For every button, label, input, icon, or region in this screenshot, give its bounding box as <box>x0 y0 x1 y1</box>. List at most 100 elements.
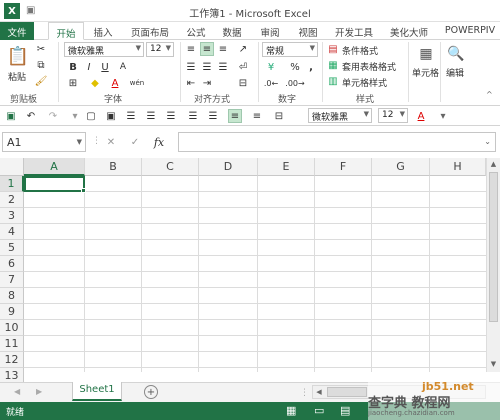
paste-label[interactable]: 粘贴 <box>8 70 26 83</box>
row-header-1[interactable]: 1 <box>0 176 24 192</box>
tab-data[interactable]: 数据 <box>216 22 248 40</box>
editing-button[interactable]: 编辑 <box>446 66 464 79</box>
cancel-icon[interactable]: ✕ <box>104 135 118 149</box>
worksheet-grid[interactable]: ABCDEFGH 1 2 3 4 5 6 7 8 9 10 11 12 13 ▲ ▼ <box>0 158 500 384</box>
column-header-b[interactable]: B <box>85 158 142 176</box>
next-sheet-icon[interactable]: ▶ <box>36 387 42 396</box>
cells-icon[interactable]: ▦ <box>416 44 436 64</box>
enter-icon[interactable]: ✓ <box>128 135 142 149</box>
undo-icon[interactable]: ↶ <box>24 109 38 123</box>
align-bottom-icon[interactable]: ≡ <box>250 109 264 123</box>
editing-icon[interactable]: 🔍 <box>446 44 466 64</box>
row-header-10[interactable]: 10 <box>0 320 24 336</box>
vertical-scrollbar[interactable]: ▲ ▼ <box>486 158 500 372</box>
format-painter-icon[interactable]: 🖌 <box>34 74 48 88</box>
insert-function-button[interactable]: fx <box>152 135 166 149</box>
qat-font-name-combo[interactable]: 微软雅黑 ▼ <box>308 108 372 123</box>
paste-icon[interactable]: 📋 <box>6 42 30 70</box>
sheet-tab-sheet1[interactable]: Sheet1 <box>72 382 122 401</box>
format-table-icon[interactable]: ▦ <box>326 58 340 72</box>
row-header-12[interactable]: 12 <box>0 352 24 368</box>
italic-button[interactable]: I <box>82 60 96 74</box>
comma-button[interactable]: , <box>304 60 318 74</box>
align-right-icon[interactable]: ☰ <box>216 60 230 74</box>
increase-indent-icon[interactable]: ⇥ <box>200 76 214 90</box>
open-file-icon[interactable]: ▣ <box>104 109 118 123</box>
row-header-3[interactable]: 3 <box>0 208 24 224</box>
expand-formula-icon[interactable]: ⌄ <box>484 137 491 146</box>
cells-button[interactable]: 单元格 <box>412 66 439 79</box>
tab-page-layout[interactable]: 页面布局 <box>124 22 176 40</box>
bold-button[interactable]: B <box>66 60 80 74</box>
new-file-icon[interactable]: ▢ <box>84 109 98 123</box>
font-size-combo[interactable]: 12 ▼ <box>146 42 174 57</box>
tab-review[interactable]: 审阅 <box>254 22 286 40</box>
number-format-combo[interactable]: 常规 ▼ <box>262 42 318 57</box>
merge-center-icon[interactable]: ⊟ <box>236 76 250 90</box>
vertical-scroll-thumb[interactable] <box>489 172 498 322</box>
tab-home[interactable]: 开始 <box>48 22 84 40</box>
column-header-g[interactable]: G <box>372 158 430 176</box>
font-color-icon[interactable]: A <box>414 109 428 123</box>
formula-input[interactable]: ⌄ <box>178 132 496 152</box>
row-header-9[interactable]: 9 <box>0 304 24 320</box>
conditional-format-button[interactable]: 条件格式 <box>342 44 378 57</box>
align-top-icon[interactable]: ≡ <box>184 42 198 56</box>
cut-icon[interactable]: ✂ <box>34 42 48 56</box>
font-color-button[interactable]: A <box>108 76 122 90</box>
row-header-6[interactable]: 6 <box>0 256 24 272</box>
page-break-view-icon[interactable]: ▤ <box>340 404 350 417</box>
font-grow-button[interactable]: A <box>116 60 130 74</box>
tab-file[interactable]: 文件 <box>0 22 34 40</box>
decrease-indent-icon[interactable]: ⇤ <box>184 76 198 90</box>
tab-developer[interactable]: 开发工具 <box>330 22 378 40</box>
row-header-5[interactable]: 5 <box>0 240 24 256</box>
align-left-icon[interactable]: ☰ <box>124 109 138 123</box>
tab-formulas[interactable]: 公式 <box>180 22 212 40</box>
phonetic-button[interactable]: wén <box>130 76 144 90</box>
tab-powerpivot[interactable]: POWERPIV <box>440 22 500 40</box>
copy-icon[interactable]: ⧉ <box>34 58 48 72</box>
percent-button[interactable]: % <box>288 60 302 74</box>
column-header-d[interactable]: D <box>199 158 258 176</box>
column-header-e[interactable]: E <box>258 158 315 176</box>
conditional-format-icon[interactable]: ▤ <box>326 42 340 56</box>
row-header-7[interactable]: 7 <box>0 272 24 288</box>
align-center-icon[interactable]: ☰ <box>200 60 214 74</box>
font-name-combo[interactable]: 微软雅黑 ▼ <box>64 42 144 57</box>
row-header-8[interactable]: 8 <box>0 288 24 304</box>
save-icon[interactable]: ▣ <box>4 109 18 123</box>
scroll-down-icon[interactable]: ▼ <box>487 358 500 370</box>
increase-decimal-icon[interactable]: .0← <box>264 76 278 90</box>
tab-beautify[interactable]: 美化大师 <box>384 22 434 40</box>
row-header-4[interactable]: 4 <box>0 224 24 240</box>
prev-sheet-icon[interactable]: ◀ <box>14 387 20 396</box>
name-box[interactable]: A1 ▼ <box>2 132 86 152</box>
align-middle-icon[interactable]: ≡ <box>200 42 214 56</box>
row-header-2[interactable]: 2 <box>0 192 24 208</box>
column-header-h[interactable]: H <box>430 158 486 176</box>
decrease-decimal-icon[interactable]: .00→ <box>285 76 304 90</box>
currency-button[interactable]: ¥ <box>264 60 278 74</box>
more-commands-icon[interactable]: ▾ <box>436 109 450 123</box>
select-all-corner[interactable] <box>0 158 24 176</box>
distribute-icon[interactable]: ☰ <box>206 109 220 123</box>
page-layout-view-icon[interactable]: ▭ <box>314 404 324 417</box>
horizontal-scroll-thumb[interactable] <box>327 387 367 397</box>
column-header-c[interactable]: C <box>142 158 199 176</box>
fill-color-icon[interactable]: ◆ <box>88 76 102 90</box>
scroll-up-icon[interactable]: ▲ <box>487 158 500 170</box>
customize-qat-icon[interactable]: ▾ <box>68 109 82 123</box>
add-sheet-icon[interactable]: + <box>144 385 158 399</box>
align-right-icon[interactable]: ☰ <box>164 109 178 123</box>
active-cell-selection[interactable] <box>24 176 85 192</box>
redo-icon[interactable]: ↷ <box>46 109 60 123</box>
align-left-icon[interactable]: ☰ <box>184 60 198 74</box>
align-center-icon[interactable]: ☰ <box>144 109 158 123</box>
tab-insert[interactable]: 插入 <box>86 22 120 40</box>
tab-view[interactable]: 视图 <box>292 22 324 40</box>
column-header-a[interactable]: A <box>24 158 85 176</box>
scroll-left-icon[interactable]: ◀ <box>313 386 325 398</box>
underline-button[interactable]: U <box>98 60 112 74</box>
format-as-table-button[interactable]: 套用表格格式 <box>342 60 396 73</box>
